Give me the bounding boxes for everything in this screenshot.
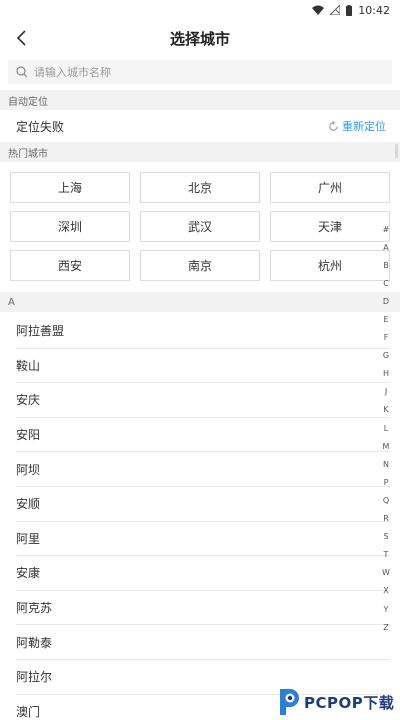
hot-city-button[interactable]: 杭州 <box>270 250 390 281</box>
index-letter[interactable]: B <box>383 256 389 274</box>
index-letter[interactable]: E <box>383 310 388 328</box>
hot-city-button[interactable]: 天津 <box>270 211 390 242</box>
index-letter[interactable]: G <box>383 347 389 365</box>
hot-city-button[interactable]: 武汉 <box>140 211 260 242</box>
index-letter[interactable]: P <box>384 473 389 491</box>
city-list-item[interactable]: 阿克苏 <box>16 591 390 626</box>
back-button[interactable] <box>8 24 36 52</box>
index-letter[interactable]: L <box>384 419 388 437</box>
city-list-item[interactable]: 阿勒泰 <box>16 625 390 660</box>
hot-city-button[interactable]: 北京 <box>140 172 260 203</box>
index-letter[interactable]: T <box>384 546 389 564</box>
city-list-item[interactable]: 安顺 <box>16 487 390 522</box>
index-letter[interactable]: D <box>383 292 389 310</box>
no-signal-icon <box>330 5 341 15</box>
index-letter[interactable]: Y <box>384 600 389 618</box>
scrollbar-thumb[interactable] <box>395 144 398 158</box>
arrow-left-icon <box>16 30 26 46</box>
pcpop-logo-icon <box>280 689 299 715</box>
city-list-item[interactable]: 鞍山 <box>16 349 390 384</box>
city-list-item[interactable]: 安庆 <box>16 383 390 418</box>
index-letter[interactable]: M <box>383 437 390 455</box>
hot-city-button[interactable]: 南京 <box>140 250 260 281</box>
city-list: 阿拉善盟 鞍山 安庆 安阳 阿坝 安顺 阿里 安康 阿克苏 阿勒泰 阿拉尔 澳门 <box>0 314 400 720</box>
watermark-logo: PCPOP下载 <box>276 684 400 720</box>
section-header-letter-a: A <box>0 292 400 312</box>
index-letter[interactable]: X <box>383 582 388 600</box>
city-list-item[interactable]: 阿坝 <box>16 452 390 487</box>
index-letter[interactable]: F <box>384 329 389 347</box>
hot-city-button[interactable]: 深圳 <box>10 211 130 242</box>
city-list-item[interactable]: 安阳 <box>16 418 390 453</box>
index-letter[interactable]: A <box>383 238 388 256</box>
index-letter[interactable]: C <box>383 274 389 292</box>
alphabet-index[interactable]: # A B C D E F G H J K L M N P Q R S T W … <box>378 220 394 636</box>
nav-bar: 选择城市 <box>0 20 400 56</box>
status-bar: 10:42 <box>0 0 400 20</box>
city-list-item[interactable]: 安康 <box>16 556 390 591</box>
wifi-icon <box>312 5 325 15</box>
index-letter[interactable]: Z <box>383 618 388 636</box>
hot-city-grid: 上海 北京 广州 深圳 武汉 天津 西安 南京 杭州 <box>10 172 390 281</box>
locate-row: 定位失败 重新定位 <box>0 110 400 142</box>
hot-city-button[interactable]: 广州 <box>270 172 390 203</box>
refresh-icon <box>329 120 338 131</box>
index-letter[interactable]: J <box>385 383 387 401</box>
relocate-button[interactable]: 重新定位 <box>328 118 386 134</box>
index-letter[interactable]: H <box>383 365 389 383</box>
search-input[interactable] <box>34 65 374 79</box>
hot-city-button[interactable]: 上海 <box>10 172 130 203</box>
index-letter[interactable]: R <box>383 510 389 528</box>
index-letter[interactable]: W <box>382 564 390 582</box>
relocate-label: 重新定位 <box>342 120 386 133</box>
section-header-hot-cities: 热门城市 <box>0 142 400 162</box>
section-header-auto-locate: 自动定位 <box>0 90 400 110</box>
status-time: 10:42 <box>358 3 390 17</box>
city-list-item[interactable]: 阿拉善盟 <box>16 314 390 349</box>
page-title: 选择城市 <box>169 29 230 48</box>
search-box <box>8 60 392 84</box>
city-list-item[interactable]: 阿里 <box>16 522 390 557</box>
index-letter[interactable]: K <box>383 401 388 419</box>
watermark-text: PCPOP下载 <box>304 693 395 712</box>
index-letter[interactable]: S <box>383 528 388 546</box>
hot-city-button[interactable]: 西安 <box>10 250 130 281</box>
index-letter[interactable]: N <box>383 455 389 473</box>
search-icon <box>16 66 28 78</box>
battery-icon <box>346 4 353 16</box>
index-letter[interactable]: Q <box>383 491 389 509</box>
locate-status: 定位失败 <box>16 119 65 134</box>
index-letter[interactable]: # <box>383 220 390 238</box>
